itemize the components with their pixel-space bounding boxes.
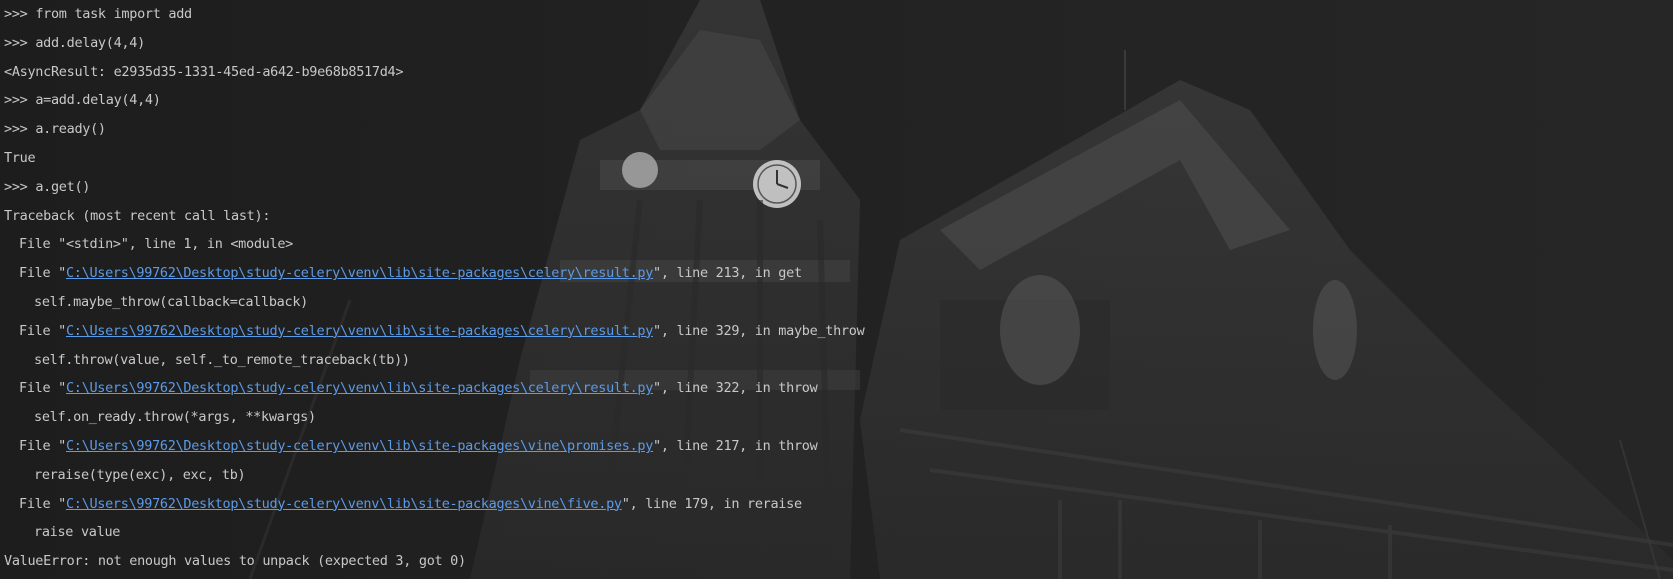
file-path-link[interactable]: C:\Users\99762\Desktop\study-celery\venv… bbox=[66, 380, 653, 396]
python-console[interactable]: >>> from task import add >>> add.delay(4… bbox=[0, 0, 1673, 579]
console-line-output: True bbox=[4, 149, 36, 166]
prompt-marker: >>> bbox=[4, 6, 36, 22]
traceback-file-line: File "C:\Users\99762\Desktop\study-celer… bbox=[19, 380, 818, 397]
traceback-file-line: File "<stdin>", line 1, in <module> bbox=[19, 236, 293, 253]
prompt-marker: >>> bbox=[4, 121, 36, 138]
console-line-prompt: >>> a.ready() bbox=[4, 115, 864, 144]
console-output: >>> from task import add >>> add.delay(4… bbox=[4, 0, 865, 576]
command-text: a=add.delay(4,4) bbox=[35, 92, 161, 109]
prompt-marker: >>> bbox=[4, 178, 36, 195]
console-line-output: <AsyncResult: e2935d35-1331-45ed-a642-b9… bbox=[4, 63, 404, 80]
error-message: ValueError: not enough values to unpack … bbox=[4, 553, 466, 570]
traceback-header: Traceback (most recent call last): bbox=[4, 207, 271, 224]
console-line-prompt: >>> add.delay(4,4) bbox=[4, 29, 864, 58]
command-text: a.ready() bbox=[35, 121, 106, 138]
traceback-file-line: File "C:\Users\99762\Desktop\study-celer… bbox=[19, 495, 802, 512]
traceback-code-line: reraise(type(exc), exc, tb) bbox=[34, 466, 246, 483]
file-path-link[interactable]: C:\Users\99762\Desktop\study-celery\venv… bbox=[66, 496, 622, 512]
file-path-link[interactable]: C:\Users\99762\Desktop\study-celery\venv… bbox=[66, 323, 653, 339]
traceback-file-line: File "C:\Users\99762\Desktop\study-celer… bbox=[19, 322, 865, 339]
console-line-prompt: >>> a.get() bbox=[4, 173, 864, 202]
console-line-prompt: >>> a=add.delay(4,4) bbox=[4, 86, 864, 115]
traceback-file-line: File "C:\Users\99762\Desktop\study-celer… bbox=[19, 265, 802, 282]
prompt-marker: >>> bbox=[4, 92, 36, 109]
console-line-prompt: >>> from task import add bbox=[4, 0, 864, 29]
prompt-marker: >>> bbox=[4, 34, 36, 51]
traceback-code-line: self.throw(value, self._to_remote_traceb… bbox=[34, 351, 410, 368]
file-path-link[interactable]: C:\Users\99762\Desktop\study-celery\venv… bbox=[66, 265, 653, 281]
command-text: from task import add bbox=[35, 6, 192, 22]
file-path-link[interactable]: C:\Users\99762\Desktop\study-celery\venv… bbox=[66, 438, 653, 454]
traceback-code-line: raise value bbox=[34, 524, 121, 541]
traceback-code-line: self.on_ready.throw(*args, **kwargs) bbox=[34, 409, 316, 426]
traceback-file-line: File "C:\Users\99762\Desktop\study-celer… bbox=[19, 437, 818, 454]
command-text: add.delay(4,4) bbox=[35, 34, 145, 51]
traceback-code-line: self.maybe_throw(callback=callback) bbox=[34, 293, 308, 310]
command-text: a.get() bbox=[35, 178, 91, 195]
